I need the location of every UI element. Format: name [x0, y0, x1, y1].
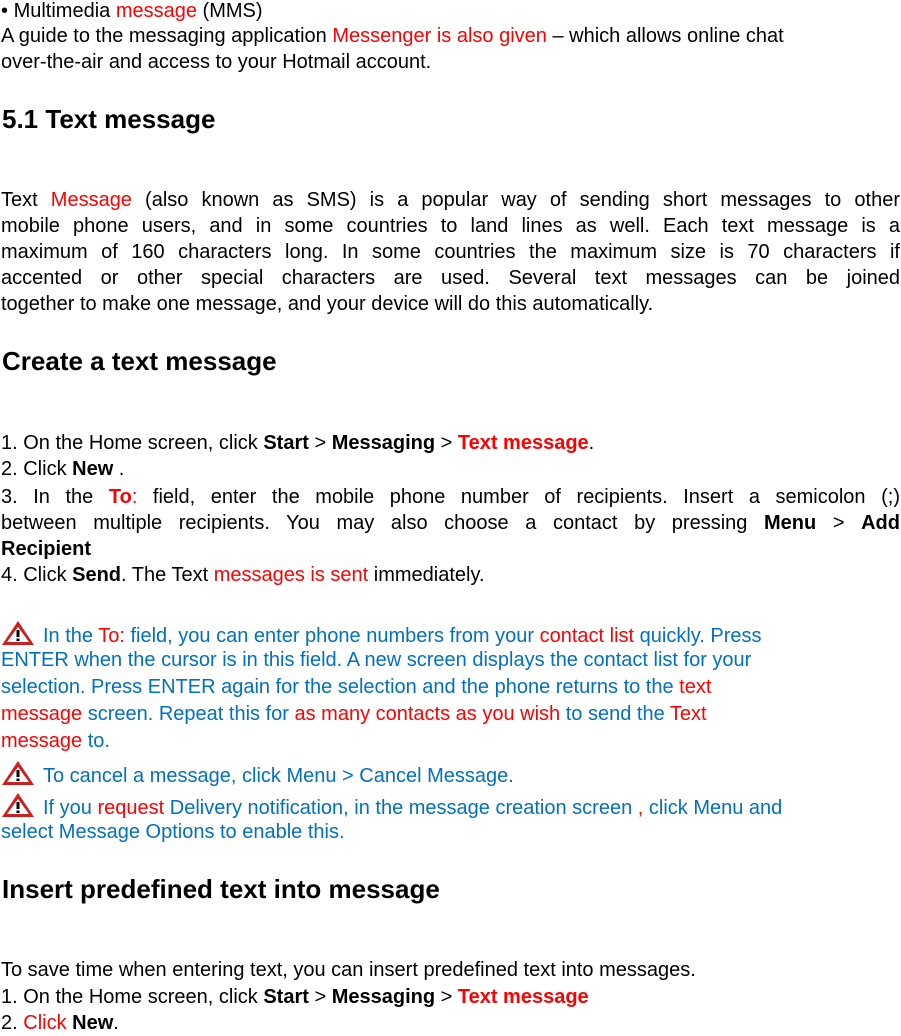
guide-prefix: A guide to the messaging application [1, 25, 333, 47]
step2-end: . [113, 458, 125, 480]
insert-step-1: 1. On the Home screen, click Start > Mes… [1, 984, 589, 1010]
guide-line-1: A guide to the messaging application Mes… [1, 23, 784, 49]
tip3-text: click Menu and [643, 797, 783, 819]
tip1-text-highlight: Text [669, 703, 707, 725]
tip-2: To cancel a message, click Menu > Cancel… [1, 760, 514, 789]
create-heading: Create a text message [2, 346, 277, 376]
step2-end: . [113, 1012, 119, 1034]
step1-end: . [588, 432, 595, 454]
insert-step-2: 2. Click New. [1, 1010, 119, 1036]
mms-suffix: (MMS) [197, 0, 263, 22]
tip1-text: In the [43, 625, 99, 647]
new-ref: New [72, 1012, 114, 1034]
separator: > [435, 432, 458, 454]
separator: > [435, 986, 458, 1008]
step4-prefix: 4. Click [1, 564, 73, 586]
create-step-3-line-1: 3. In the To: field, enter the mobile ph… [1, 484, 900, 510]
click-highlight: Click [23, 1012, 67, 1034]
create-step-3-line-2: between multiple recipients. You may als… [1, 510, 900, 536]
guide-line-2: over-the-air and access to your Hotmail … [1, 51, 432, 73]
text-message-ref: Text message [457, 432, 589, 454]
messaging-ref: Messaging [331, 432, 436, 454]
add-ref: Add [861, 512, 900, 534]
tip-1-line-2: ENTER when the cursor is in this field. … [1, 649, 752, 671]
tip1-to-ref: To: [98, 625, 125, 647]
insert-intro: To save time when entering text, you can… [1, 959, 696, 981]
create-step-3-line-3: Recipient [1, 538, 92, 560]
warning-icon [1, 620, 35, 646]
tip1-text-highlight: text [679, 676, 712, 698]
menu-ref: Menu [764, 512, 817, 534]
tip1-text: selection. Press ENTER again for the sel… [1, 676, 680, 698]
insert-step2-num: 2. [1, 1012, 24, 1034]
tip1-text: to. [82, 730, 110, 752]
tip1-text: field, you can enter phone numbers from … [124, 625, 540, 647]
start-menu-ref: Start [263, 986, 309, 1008]
tip-1-line-4: message screen. Repeat this for as many … [1, 701, 707, 727]
tip3-request-highlight: request [97, 797, 165, 819]
warning-icon [1, 760, 35, 786]
separator: > [308, 432, 332, 454]
tip-1-line-5: message to. [1, 728, 110, 754]
step3-prefix: 3. In the [1, 486, 109, 508]
tip3-text: Delivery notification, in the message cr… [164, 797, 638, 819]
tip2-text: To cancel a message, click Menu > Cancel… [43, 765, 514, 787]
tip1-message-highlight: message [1, 730, 83, 752]
tip1-text: quickly. Press [634, 625, 762, 647]
step3-suffix: field, enter the mobile phone number of … [137, 486, 900, 508]
send-ref: Send [72, 564, 122, 586]
section-title: 5.1 Text message [2, 104, 216, 134]
mms-highlight: message [115, 0, 197, 22]
create-step-1: 1. On the Home screen, click Start > Mes… [1, 430, 594, 456]
text-message-ref: Text message [457, 986, 589, 1008]
step4-suffix: immediately. [368, 564, 485, 586]
warning-icon [1, 792, 35, 818]
guide-highlight: Messenger is also given [332, 25, 547, 47]
tip-3-line-1: If you request Delivery notification, in… [1, 792, 782, 821]
start-menu-ref: Start [263, 432, 309, 454]
tip1-message-highlight: message [1, 703, 83, 725]
insert-step1-prefix: 1. On the Home screen, click [1, 986, 264, 1008]
messaging-ref: Messaging [331, 986, 436, 1008]
sms-suffix: (also known as SMS) is a popular way of … [131, 189, 900, 211]
step2-prefix: 2. Click [1, 458, 73, 480]
tip-3-line-2: select Message Options to enable this. [1, 821, 345, 843]
tip-1-line-3: selection. Press ENTER again for the sel… [1, 674, 711, 700]
sms-paragraph-line-4: accented or other special characters are… [1, 267, 900, 289]
separator: > [816, 512, 862, 534]
step4-highlight: messages is sent [213, 564, 369, 586]
to-field-ref: To [108, 486, 132, 508]
create-step-2: 2. Click New . [1, 456, 124, 482]
mms-bullet-line: • Multimedia message (MMS) [1, 0, 263, 24]
new-ref: New [72, 458, 114, 480]
mms-prefix: Multimedia [13, 0, 116, 22]
step1-prefix: 1. On the Home screen, click [1, 432, 264, 454]
sms-paragraph-line-1: Text Message (also known as SMS) is a po… [1, 187, 900, 213]
sms-paragraph-line-2: mobile phone users, and in some countrie… [1, 215, 900, 237]
tip-1-line-1: In the To: field, you can enter phone nu… [1, 620, 762, 649]
step4-mid: . The Text [121, 564, 214, 586]
guide-suffix: – which allows online chat [546, 25, 784, 47]
sms-prefix: Text [1, 189, 51, 211]
tip1-many-contacts: as many contacts as you wish [294, 703, 561, 725]
bullet: • [1, 0, 9, 22]
create-step-4: 4. Click Send. The Text messages is sent… [1, 562, 485, 588]
step3-line2-prefix: between multiple recipients. You may als… [1, 512, 764, 534]
tip1-text: screen. Repeat this for [82, 703, 295, 725]
insert-heading: Insert predefined text into message [2, 874, 440, 904]
separator: > [308, 986, 332, 1008]
sms-paragraph-line-5: together to make one message, and your d… [1, 293, 654, 315]
sms-paragraph-line-3: maximum of 160 characters long. In some … [1, 241, 900, 263]
tip1-text: to send the [560, 703, 670, 725]
sms-highlight: Message [50, 189, 132, 211]
tip1-contact-list: contact list [539, 625, 635, 647]
tip3-text: If you [43, 797, 98, 819]
